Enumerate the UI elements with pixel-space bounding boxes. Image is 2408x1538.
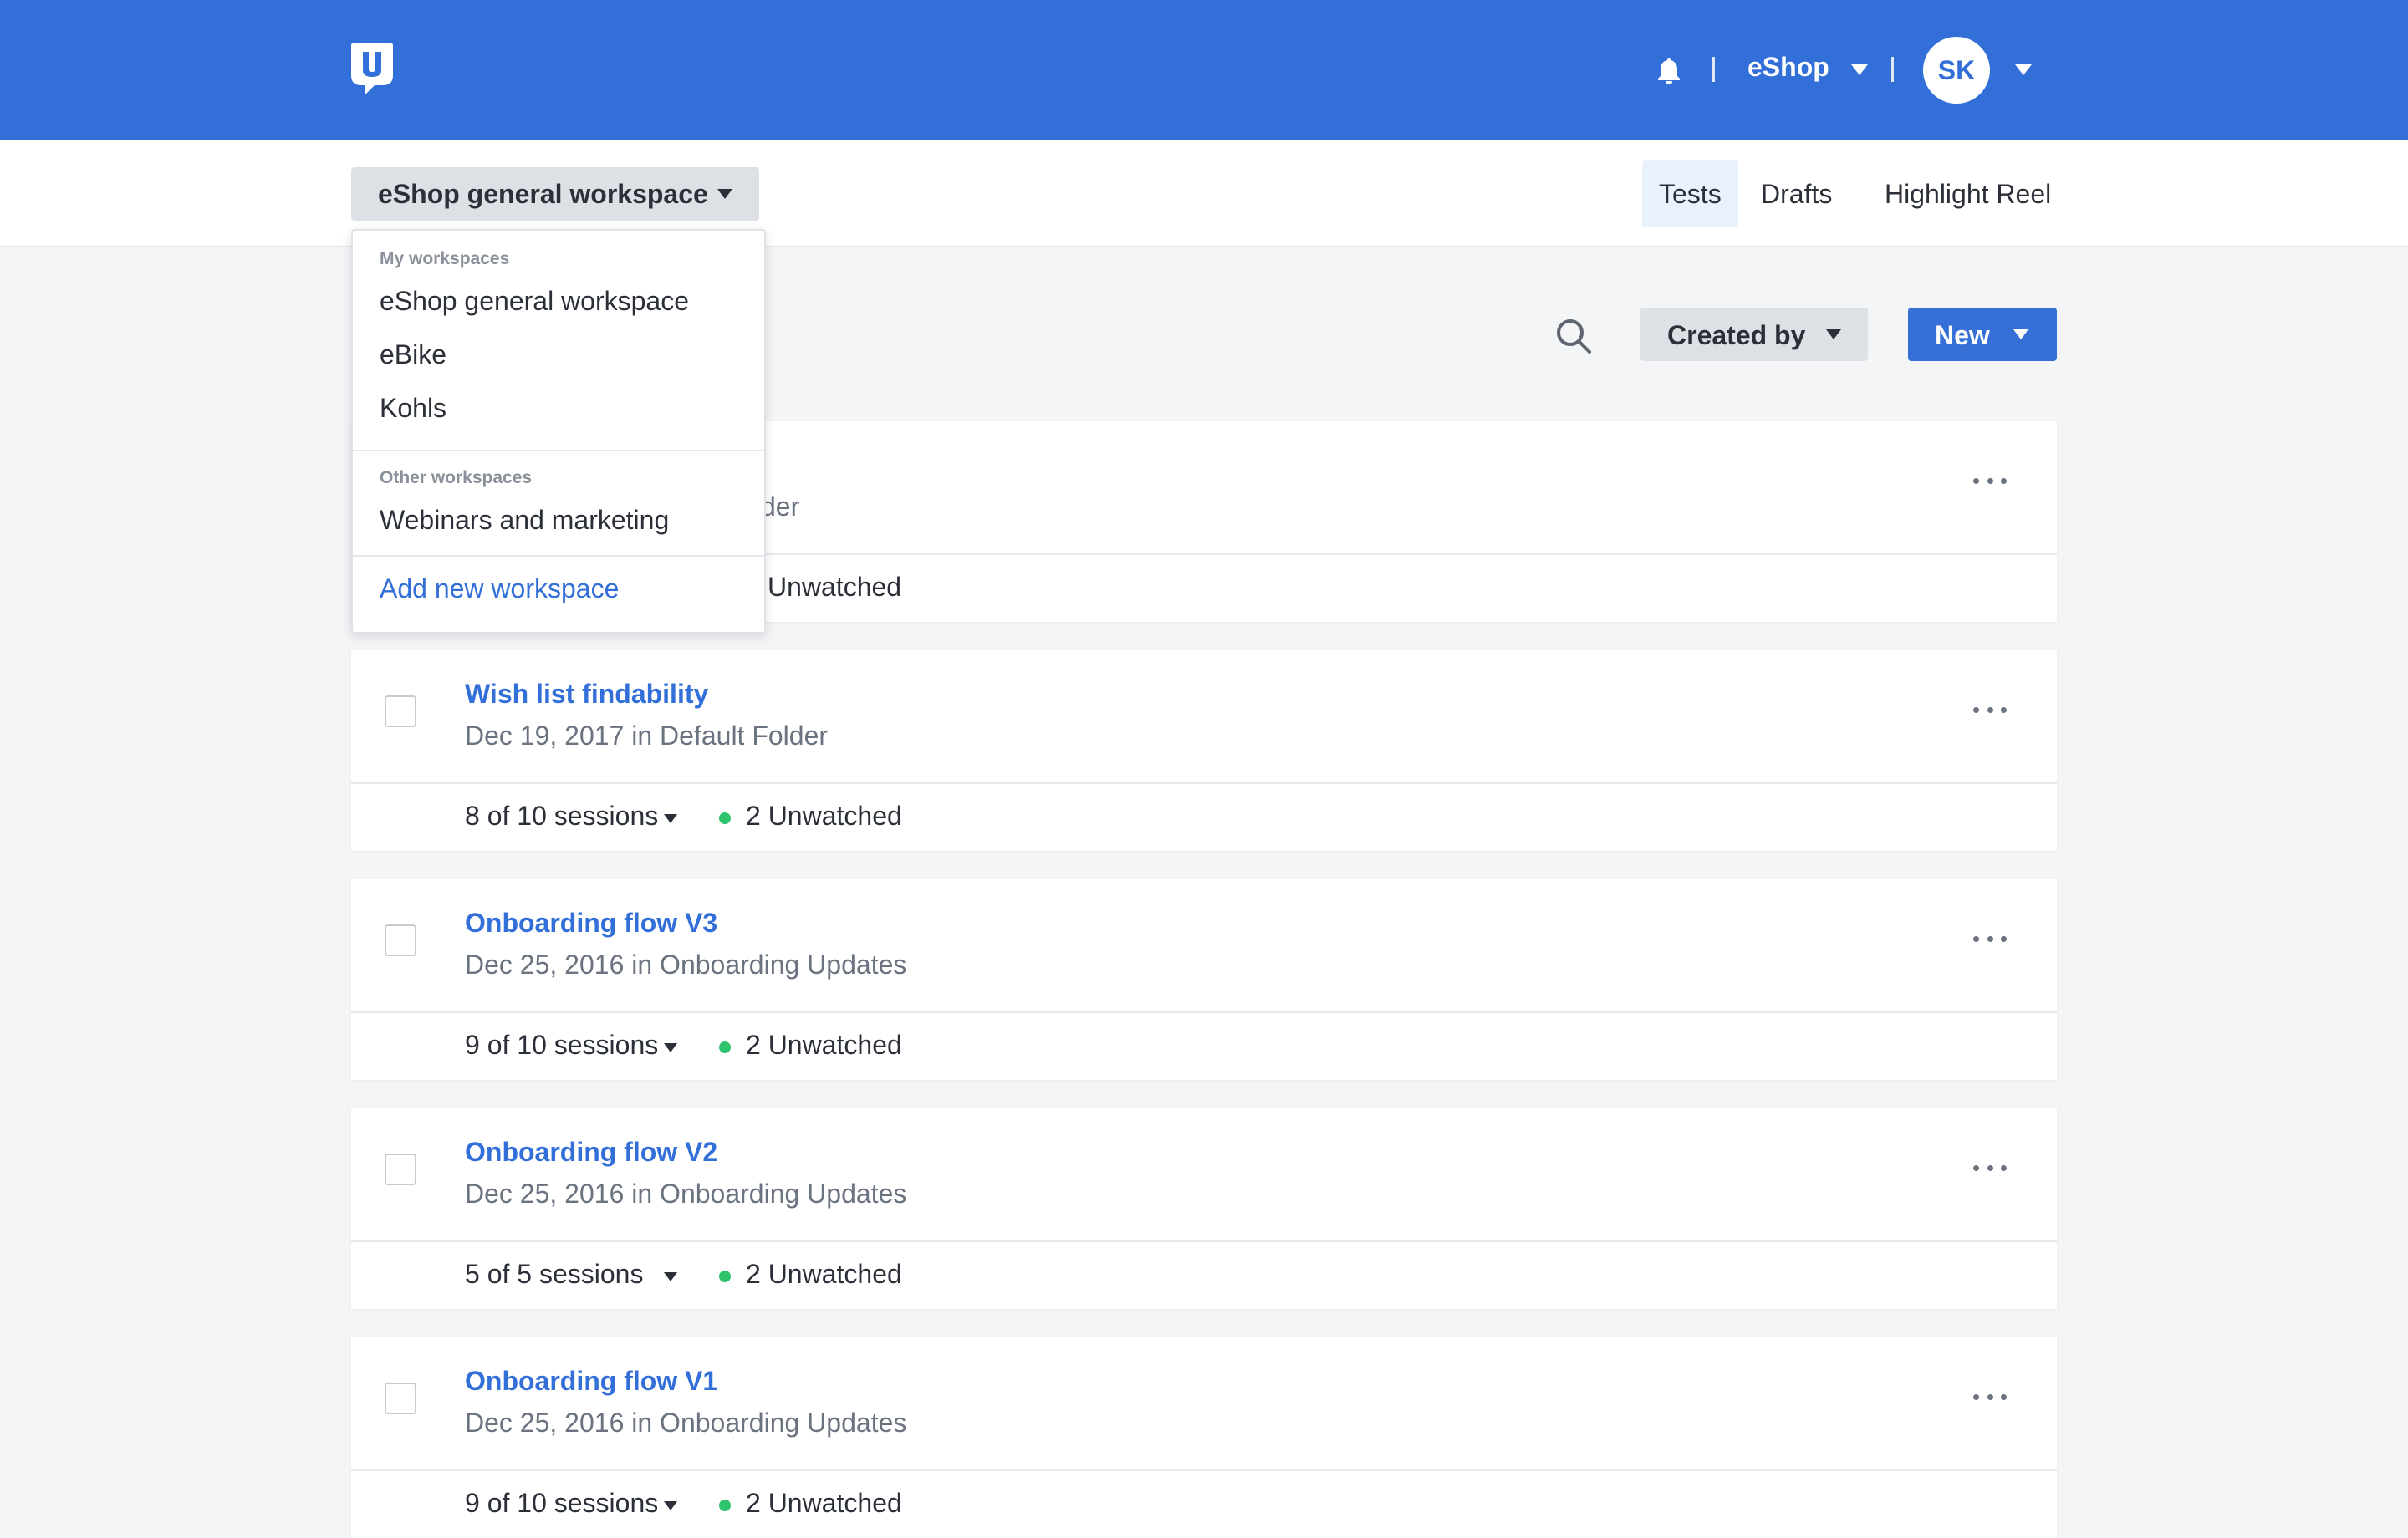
sessions-dropdown[interactable]: 5 of 5 sessions <box>465 1259 643 1290</box>
test-card-footer: 9 of 10 sessions 2 Unwatched <box>351 1013 2057 1080</box>
test-card-header: Onboarding flow V2 Dec 25, 2016 in Onboa… <box>351 1108 2057 1242</box>
test-title-link[interactable]: Onboarding flow V3 <box>465 908 717 939</box>
workspace-option-ebike[interactable]: eBike <box>380 339 446 370</box>
account-switcher[interactable]: eShop <box>1747 52 1829 83</box>
workspace-selector-label: eShop general workspace <box>378 178 708 209</box>
unwatched-status-dot <box>719 1500 731 1511</box>
tab-drafts[interactable]: Drafts <box>1761 160 1832 227</box>
new-button-label: New <box>1935 320 1990 350</box>
workspace-dropdown-menu: My workspaces eShop general workspace eB… <box>351 229 766 634</box>
unwatched-count: 2 Unwatched <box>746 1259 902 1289</box>
search-icon[interactable] <box>1553 316 1594 356</box>
test-title-link[interactable]: Wish list findability <box>465 679 708 710</box>
avatar[interactable]: SK <box>1923 37 1990 104</box>
tab-tests[interactable]: Tests <box>1642 160 1738 227</box>
test-card-header: Onboarding flow V1 Dec 25, 2016 in Onboa… <box>351 1337 2057 1471</box>
unwatched-status-dot <box>719 1271 731 1282</box>
more-options-icon[interactable] <box>1973 697 2007 722</box>
test-select-checkbox[interactable] <box>385 924 416 956</box>
created-by-label: Created by <box>1667 320 1806 350</box>
tab-drafts-label: Drafts <box>1761 178 1833 209</box>
dropdown-divider <box>353 555 764 557</box>
test-card: Wish list findability Dec 19, 2017 in De… <box>351 650 2057 851</box>
unwatched-status-dot <box>719 812 731 824</box>
new-button[interactable]: New <box>1908 308 2057 361</box>
sessions-chevron-down-icon[interactable] <box>664 814 677 823</box>
workspace-chevron-down-icon[interactable] <box>717 189 732 199</box>
test-meta: Dec 25, 2016 in Onboarding Updates <box>465 950 907 980</box>
unwatched-count: Unwatched <box>768 572 902 602</box>
test-card: Onboarding flow V1 Dec 25, 2016 in Onboa… <box>351 1337 2057 1538</box>
new-chevron-down-icon <box>2013 329 2028 339</box>
sessions-chevron-down-icon[interactable] <box>664 1272 677 1281</box>
sessions-dropdown[interactable]: 8 of 10 sessions <box>465 801 658 832</box>
workspace-option-webinars[interactable]: Webinars and marketing <box>380 505 669 536</box>
unwatched-count: 2 Unwatched <box>746 1030 902 1060</box>
workspace-option-eshop-general[interactable]: eShop general workspace <box>380 286 689 317</box>
unwatched-status-dot <box>719 1041 731 1053</box>
test-title-link[interactable]: Onboarding flow V1 <box>465 1366 717 1397</box>
test-select-checkbox[interactable] <box>385 1383 416 1414</box>
test-card: Onboarding flow V3 Dec 25, 2016 in Onboa… <box>351 879 2057 1080</box>
header-divider <box>1891 57 1894 82</box>
test-meta: Dec 25, 2016 in Onboarding Updates <box>465 1408 907 1438</box>
dropdown-divider <box>353 450 764 451</box>
tab-highlight-reel[interactable]: Highlight Reel <box>1885 160 2051 227</box>
other-workspaces-heading: Other workspaces <box>380 468 533 487</box>
test-meta: Dec 19, 2017 in Default Folder <box>465 721 829 751</box>
test-card-footer: 9 of 10 sessions 2 Unwatched <box>351 1471 2057 1538</box>
tab-tests-label: Tests <box>1659 178 1722 209</box>
test-select-checkbox[interactable] <box>385 1154 416 1185</box>
sessions-chevron-down-icon[interactable] <box>664 1501 677 1510</box>
test-meta: Dec 25, 2016 in Onboarding Updates <box>465 1179 907 1209</box>
bell-icon[interactable] <box>1654 55 1684 85</box>
add-new-workspace-link[interactable]: Add new workspace <box>380 573 619 604</box>
top-bar: eShop SK <box>0 0 2408 140</box>
more-options-icon[interactable] <box>1973 926 2007 951</box>
account-chevron-down-icon[interactable] <box>1851 64 1868 75</box>
user-menu-chevron-down-icon[interactable] <box>2015 64 2032 75</box>
test-card-footer: 8 of 10 sessions 2 Unwatched <box>351 784 2057 851</box>
test-card-header: Wish list findability Dec 19, 2017 in De… <box>351 650 2057 784</box>
header-divider <box>1712 57 1715 82</box>
tab-highlight-reel-label: Highlight Reel <box>1885 178 2052 209</box>
sessions-dropdown[interactable]: 9 of 10 sessions <box>465 1030 658 1061</box>
more-options-icon[interactable] <box>1973 1155 2007 1180</box>
unwatched-count: 2 Unwatched <box>746 1488 902 1518</box>
test-meta: der <box>761 491 800 522</box>
test-title-link[interactable]: Onboarding flow V2 <box>465 1137 717 1168</box>
more-options-icon[interactable] <box>1973 468 2007 493</box>
more-options-icon[interactable] <box>1973 1384 2007 1409</box>
unwatched-count: 2 Unwatched <box>746 801 902 831</box>
sessions-dropdown[interactable]: 9 of 10 sessions <box>465 1488 658 1519</box>
test-select-checkbox[interactable] <box>385 695 416 727</box>
test-card-header: Onboarding flow V3 Dec 25, 2016 in Onboa… <box>351 879 2057 1013</box>
workspace-selector[interactable]: eShop general workspace <box>351 167 759 221</box>
sessions-chevron-down-icon[interactable] <box>664 1043 677 1052</box>
test-card: Onboarding flow V2 Dec 25, 2016 in Onboa… <box>351 1108 2057 1309</box>
created-by-chevron-down-icon <box>1826 329 1841 339</box>
usertesting-logo-icon[interactable] <box>349 42 395 97</box>
my-workspaces-heading: My workspaces <box>380 249 510 268</box>
workspace-option-kohls[interactable]: Kohls <box>380 393 446 424</box>
test-card-footer: 5 of 5 sessions 2 Unwatched <box>351 1242 2057 1309</box>
created-by-filter-button[interactable]: Created by <box>1640 308 1868 361</box>
